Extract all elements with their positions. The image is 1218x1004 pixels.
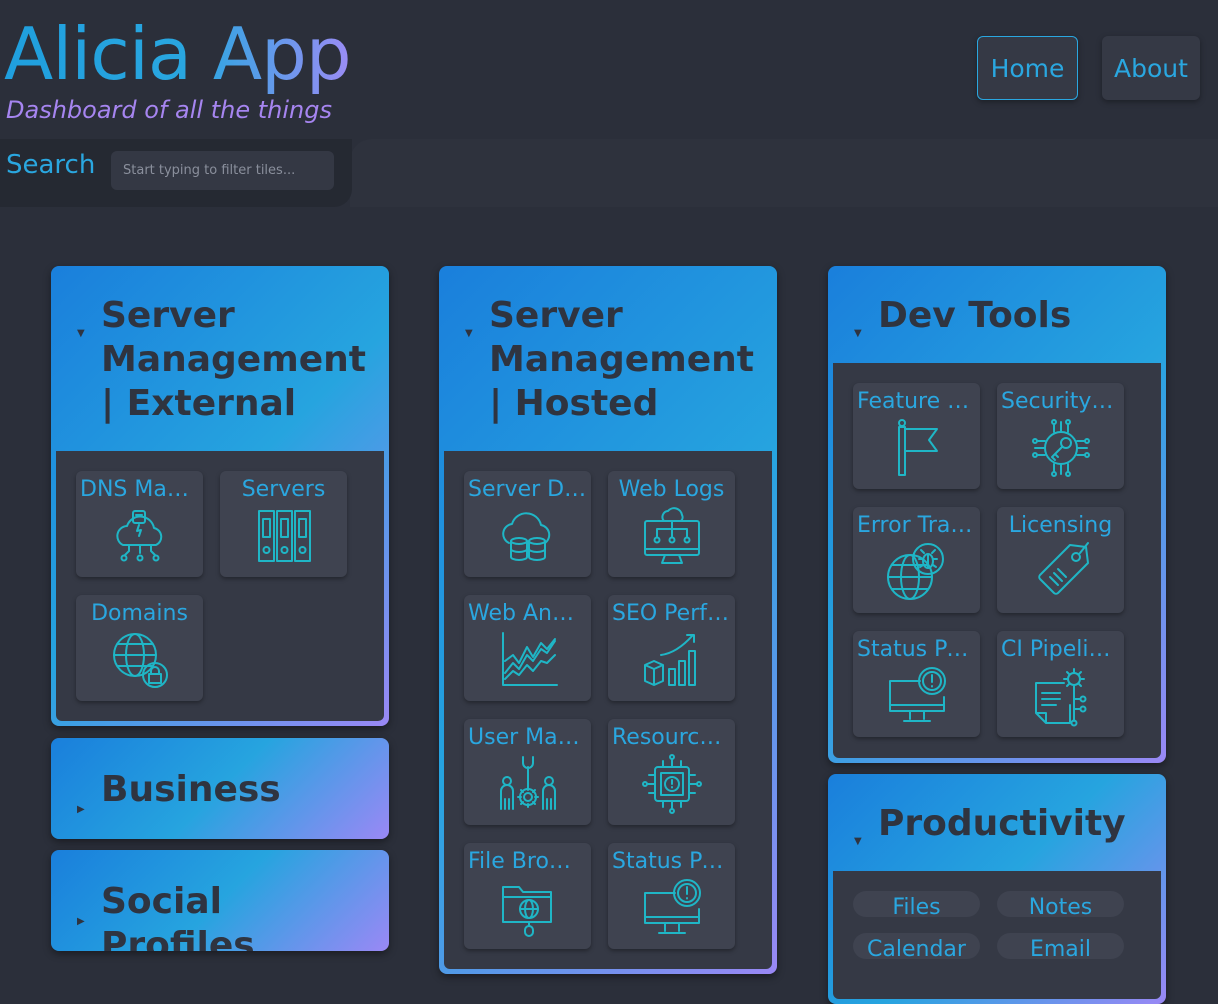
- caret-down-icon: ▼: [77, 328, 85, 339]
- cloud-database-icon: [497, 505, 559, 567]
- section-header[interactable]: ▼ Server Management | External: [77, 294, 369, 426]
- tile-feature-flags[interactable]: Feature Flags: [853, 383, 980, 489]
- globe-bug-icon: [886, 541, 948, 603]
- section-body: Server Dashboard Web Logs Web Analytics …: [444, 451, 772, 969]
- price-tag-icon: [1030, 541, 1092, 603]
- search-input[interactable]: [111, 151, 334, 190]
- line-chart-icon: [497, 629, 559, 691]
- tile-label: Web Analytics: [468, 601, 587, 626]
- tile-dns-management[interactable]: DNS Management: [76, 471, 203, 577]
- tile-label: Web Logs: [618, 477, 725, 502]
- tile-label: Status Page: [612, 849, 731, 874]
- folder-globe-icon: [497, 877, 559, 939]
- tile-user-management[interactable]: User Management: [464, 719, 591, 825]
- tile-status-page-hosted[interactable]: Status Page: [608, 843, 735, 949]
- chip-alert-icon: [641, 753, 703, 815]
- section-title: Social Profiles: [101, 881, 255, 951]
- section-server-management-hosted: ▼ Server Management | Hosted Server Dash…: [439, 266, 777, 974]
- item-label: Files: [892, 895, 941, 920]
- tile-domains[interactable]: Domains: [76, 595, 203, 701]
- section-header[interactable]: ▼ Server Management | Hosted: [465, 294, 757, 426]
- section-title: Dev Tools: [878, 295, 1072, 336]
- section-productivity: ▼ Productivity Files Notes Calendar Emai…: [828, 774, 1166, 1004]
- filter-strip: [350, 139, 1218, 207]
- home-button[interactable]: Home: [977, 36, 1078, 100]
- document-gear-icon: [1030, 665, 1092, 727]
- section-body: DNS Management Servers Domains: [56, 451, 384, 721]
- tile-label: Feature Flags: [857, 389, 976, 414]
- tile-label: DNS Management: [80, 477, 199, 502]
- tile-server-dashboard[interactable]: Server Dashboard: [464, 471, 591, 577]
- item-files[interactable]: Files: [853, 891, 980, 920]
- server-rack-icon: [253, 505, 315, 567]
- tile-ci-pipelines[interactable]: CI Pipelines: [997, 631, 1124, 737]
- caret-down-icon: ▼: [854, 328, 862, 339]
- section-header[interactable]: ▼ Productivity: [854, 802, 1146, 847]
- section-body: Feature Flags Security Keys Error Tracki…: [833, 363, 1161, 758]
- tile-servers[interactable]: Servers: [220, 471, 347, 577]
- section-title: Business: [101, 769, 281, 810]
- key-circuit-icon: [1030, 417, 1092, 479]
- tile-web-analytics[interactable]: Web Analytics: [464, 595, 591, 701]
- tile-label: Servers: [241, 477, 326, 502]
- search-label: Search: [6, 150, 96, 180]
- tile-web-logs[interactable]: Web Logs: [608, 471, 735, 577]
- section-header[interactable]: ▶ Social Profiles: [77, 880, 369, 951]
- tile-label: Error Tracking: [857, 513, 976, 538]
- section-title: Server Management | Hosted: [489, 295, 754, 424]
- globe-lock-icon: [109, 629, 171, 691]
- section-business: ▶ Business: [51, 738, 389, 839]
- users-gear-icon: [497, 753, 559, 815]
- item-label: Email: [1029, 937, 1092, 962]
- tile-seo-performance[interactable]: SEO Performance: [608, 595, 735, 701]
- app-title: Alicia App: [4, 8, 352, 100]
- flag-icon: [886, 417, 948, 479]
- caret-down-icon: ▼: [465, 328, 473, 339]
- app-subtitle: Dashboard of all the things: [6, 96, 332, 124]
- item-calendar[interactable]: Calendar: [853, 933, 980, 962]
- section-dev-tools: ▼ Dev Tools Feature Flags Security Keys …: [828, 266, 1166, 763]
- growth-chart-icon: [641, 629, 703, 691]
- cloud-network-icon: [109, 505, 171, 567]
- tile-label: Status Page: [857, 637, 976, 662]
- tile-resource-monitor[interactable]: Resource Monitor: [608, 719, 735, 825]
- tile-label: SEO Performance: [612, 601, 731, 626]
- section-server-management-external: ▼ Server Management | External DNS Manag…: [51, 266, 389, 726]
- about-button[interactable]: About: [1102, 36, 1200, 100]
- tile-licensing[interactable]: Licensing: [997, 507, 1124, 613]
- monitor-alert-icon: [641, 877, 703, 939]
- item-email[interactable]: Email: [997, 933, 1124, 962]
- item-label: Calendar: [867, 937, 966, 962]
- item-notes[interactable]: Notes: [997, 891, 1124, 920]
- section-social-profiles: ▶ Social Profiles: [51, 850, 389, 951]
- tile-label: File Browser: [468, 849, 587, 874]
- tile-status-page-dev[interactable]: Status Page: [853, 631, 980, 737]
- section-title: Productivity: [878, 803, 1126, 844]
- tile-label: Security Keys: [1001, 389, 1120, 414]
- monitor-alert-icon: [886, 665, 948, 727]
- tile-label: User Management: [468, 725, 587, 750]
- monitor-network-icon: [641, 505, 703, 567]
- section-header[interactable]: ▶ Business: [77, 768, 369, 815]
- caret-down-icon: ▼: [854, 836, 862, 847]
- section-header[interactable]: ▼ Dev Tools: [854, 294, 1146, 339]
- item-label: Notes: [1028, 895, 1093, 920]
- section-title: Server Management | External: [101, 295, 366, 424]
- section-body: Files Notes Calendar Email: [833, 871, 1161, 999]
- tile-security-keys[interactable]: Security Keys: [997, 383, 1124, 489]
- caret-right-icon: ▶: [77, 804, 85, 815]
- tile-label: CI Pipelines: [1001, 637, 1120, 662]
- tile-label: Resource Monitor: [612, 725, 731, 750]
- tile-error-tracking[interactable]: Error Tracking: [853, 507, 980, 613]
- tile-label: Licensing: [1008, 513, 1113, 538]
- caret-right-icon: ▶: [77, 916, 85, 927]
- tile-label: Domains: [91, 601, 188, 626]
- tile-label: Server Dashboard: [468, 477, 587, 502]
- tile-file-browser[interactable]: File Browser: [464, 843, 591, 949]
